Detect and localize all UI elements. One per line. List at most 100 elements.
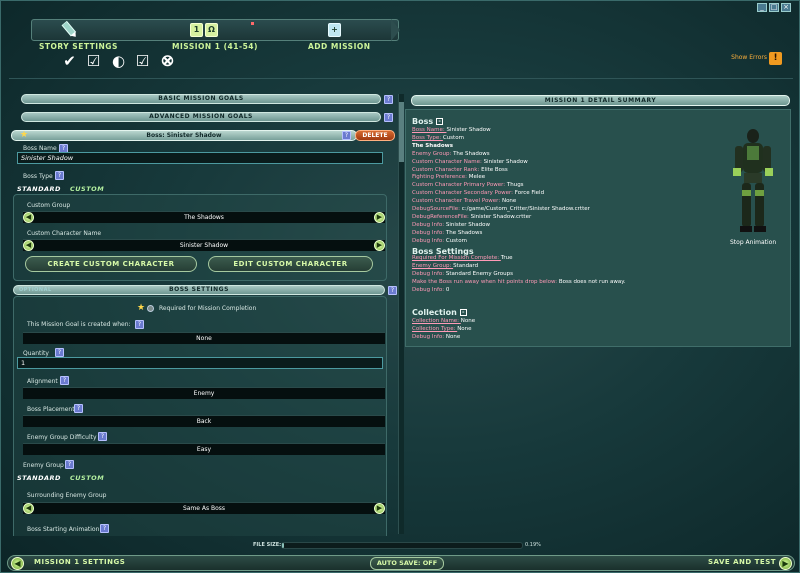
scrollbar-thumb[interactable] [399, 102, 404, 162]
prev-arrow-icon[interactable]: ◀ [23, 503, 34, 514]
auto-save-toggle[interactable]: AUTO SAVE: OFF [370, 557, 444, 570]
mission-map-icon[interactable]: Ω [205, 23, 218, 37]
edit-custom-character-button[interactable]: EDIT CUSTOM CHARACTER [208, 256, 373, 272]
boss-section-title[interactable]: Boss - [412, 117, 444, 126]
show-errors-label[interactable]: Show Errors [731, 54, 767, 61]
enemy-group-label: Enemy Group [23, 462, 64, 469]
collection-section-label: Collection [412, 308, 457, 317]
help-icon[interactable]: ? [100, 524, 109, 533]
boss-detail-row: Custom Character Travel Power: None [412, 198, 516, 204]
boss-character-preview[interactable] [730, 126, 776, 236]
created-when-selector[interactable]: None [23, 332, 385, 344]
advanced-mission-goals-button[interactable]: ADVANCED MISSION GOALS [21, 112, 381, 122]
boss-type-label: Boss Type [23, 173, 53, 180]
quantity-label: Quantity [23, 350, 49, 357]
steps-arrow [391, 19, 400, 41]
custom-group-label: Custom Group [27, 202, 71, 209]
checklist-icon[interactable]: ☑ [134, 53, 151, 70]
save-and-test-button[interactable]: SAVE AND TEST [708, 558, 776, 566]
boss-settings-button[interactable]: BOSS SETTINGS [13, 285, 385, 295]
help-icon[interactable]: ? [74, 404, 83, 413]
warning-icon[interactable]: ! [769, 52, 782, 65]
boss-detail-value: Elite Boss [481, 166, 508, 173]
collection-key: Collection Name: [412, 318, 461, 324]
boss-detail-key: Fighting Preference: [412, 174, 469, 181]
story-settings-label[interactable]: STORY SETTINGS [39, 42, 118, 51]
help-icon[interactable]: ? [55, 348, 64, 357]
close-button[interactable]: × [781, 3, 791, 12]
check-box-icon[interactable]: ☑ [85, 53, 102, 70]
create-custom-character-button[interactable]: CREATE CUSTOM CHARACTER [25, 256, 197, 272]
boss-setting-row: Debug Info: Standard Enemy Groups [412, 271, 513, 277]
quantity-input[interactable]: 1 [17, 357, 383, 369]
boss-detail-row: DebugSourceFile: c:/game/Custom_Critter/… [412, 206, 590, 212]
prev-arrow-icon[interactable]: ◀ [23, 212, 34, 223]
collection-value: None [445, 333, 461, 340]
boss-name-input[interactable]: Sinister Shadow [17, 152, 383, 164]
star-icon[interactable]: ★ [137, 303, 145, 313]
boss-detail-row: Custom Character Name: Sinister Shadow [412, 159, 528, 165]
mission-goals-panel: BASIC MISSION GOALS ? ADVANCED MISSION G… [9, 89, 401, 536]
optional-circle-icon[interactable] [147, 305, 154, 312]
next-arrow-icon[interactable]: ▶ [374, 240, 385, 251]
maximize-button[interactable]: □ [769, 3, 779, 12]
help-icon[interactable]: ? [384, 113, 393, 122]
help-icon[interactable]: ? [55, 171, 64, 180]
custom-character-selector[interactable]: Sinister Shadow ◀ ▶ [23, 239, 385, 251]
custom-group-selector[interactable]: The Shadows ◀ ▶ [23, 211, 385, 223]
boss-detail-key: Custom Character Primary Power: [412, 182, 507, 189]
collection-key: Debug Info: [412, 333, 446, 340]
surrounding-selector[interactable]: Same As Boss ◀ ▶ [23, 502, 385, 514]
check-icon[interactable]: ✔ [61, 53, 78, 70]
boss-detail-value: Custom [445, 237, 467, 244]
boss-detail-key: Debug Info: [412, 237, 446, 244]
collapse-icon[interactable]: - [459, 309, 467, 316]
help-icon[interactable]: ? [60, 376, 69, 385]
minimize-button[interactable]: _ [757, 3, 767, 12]
next-arrow-icon[interactable]: ▶ [374, 503, 385, 514]
next-arrow-icon[interactable]: ▶ [374, 212, 385, 223]
prev-arrow-icon[interactable]: ◀ [23, 240, 34, 251]
tab-custom[interactable]: CUSTOM [70, 185, 104, 193]
boss-setting-key: Debug Info: [412, 286, 446, 293]
divider [9, 78, 793, 79]
add-mission-label[interactable]: ADD MISSION [308, 42, 371, 51]
tab-standard[interactable]: STANDARD [17, 185, 61, 193]
optional-label: OPTIONAL [19, 287, 52, 293]
boss-detail-key: DebugReferenceFile: [412, 213, 471, 220]
star-icon[interactable]: ★ [20, 130, 28, 140]
stop-animation-button[interactable]: Stop Animation [730, 239, 776, 246]
basic-mission-goals-button[interactable]: BASIC MISSION GOALS [21, 94, 381, 104]
help-icon[interactable]: ? [98, 432, 107, 441]
forward-arrow-icon[interactable]: ▶ [779, 557, 792, 570]
boss-detail-row: Debug Info: Custom [412, 238, 467, 244]
tab-standard-enemy[interactable]: STANDARD [17, 474, 61, 482]
mission-settings-button[interactable]: MISSION 1 SETTINGS [34, 558, 125, 566]
boss-setting-key: Required For Mission Complete: [412, 255, 501, 261]
collection-section-title[interactable]: Collection - [412, 308, 467, 317]
alignment-selector[interactable]: Enemy [23, 387, 385, 399]
help-icon[interactable]: ? [65, 460, 74, 469]
help-icon[interactable]: ? [384, 95, 393, 104]
left-scrollbar[interactable] [398, 94, 404, 534]
boss-detail-value: Thugs [506, 182, 524, 189]
difficulty-selector[interactable]: Easy [23, 443, 385, 455]
back-arrow-icon[interactable]: ◀ [11, 557, 24, 570]
boss-goal-header[interactable]: Boss: Sinister Shadow [11, 130, 357, 141]
collapse-icon[interactable]: - [436, 118, 444, 125]
boss-detail-row: Boss Type: Custom [412, 135, 464, 141]
enemy-group-difficulty-label: Enemy Group Difficulty [27, 434, 97, 441]
tab-custom-enemy[interactable]: CUSTOM [70, 474, 104, 482]
target-icon[interactable]: ◐ [110, 53, 127, 70]
boss-name-label: Boss Name [23, 145, 57, 152]
help-icon[interactable]: ? [135, 320, 144, 329]
mission-step-icon[interactable]: 1 [190, 23, 203, 37]
boss-placement-selector[interactable]: Back [23, 415, 385, 427]
add-mission-icon[interactable]: + [328, 23, 341, 37]
help-icon[interactable]: ? [388, 286, 397, 295]
help-icon[interactable]: ? [342, 131, 351, 140]
mission-label[interactable]: MISSION 1 (41-54) [172, 42, 258, 51]
delete-button[interactable]: DELETE [355, 130, 395, 141]
exit-icon[interactable]: ⮿ [159, 53, 176, 70]
boss-detail-row: Custom Character Primary Power: Thugs [412, 182, 524, 188]
